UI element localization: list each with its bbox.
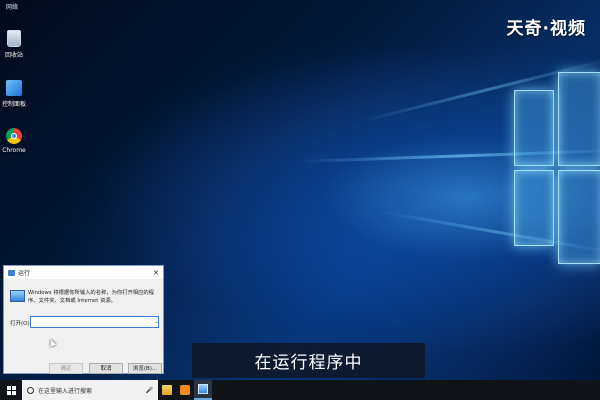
control-panel-icon [6, 80, 22, 96]
close-button[interactable]: × [149, 268, 163, 277]
taskbar-app-orange[interactable] [176, 380, 194, 400]
windows-logo-graphic [508, 72, 600, 264]
file-explorer-icon [162, 385, 172, 395]
microphone-icon[interactable]: 🎤 [146, 387, 153, 394]
app-icon [180, 385, 190, 395]
dialog-title: 运行 [18, 270, 31, 277]
video-subtitle: 在运行程序中 [192, 343, 425, 378]
desktop-background: 网络 天奇·视频 回收站 控制面板 Chrome 运行 × Windows 将根… [0, 0, 600, 380]
desktop-icon-label: 回收站 [4, 52, 23, 59]
dialog-description: Windows 将根据你所输入的名称，为你打开相应的程序、文件夹、文档或 Int… [28, 290, 154, 304]
ok-button[interactable]: 确定 [49, 363, 83, 374]
taskbar-file-explorer[interactable] [158, 380, 176, 400]
chrome-icon [6, 128, 22, 144]
taskbar-search-box[interactable]: 在这里输入进行搜索 🎤 [22, 380, 158, 400]
run-program-icon [10, 290, 25, 302]
taskbar: 在这里输入进行搜索 🎤 [0, 380, 600, 400]
desktop-icon-recycle-bin[interactable]: 回收站 [0, 30, 28, 59]
dialog-titlebar[interactable]: 运行 × [4, 266, 163, 279]
desktop-icon-chrome[interactable]: Chrome [0, 128, 28, 154]
search-placeholder: 在这里输入进行搜索 [38, 387, 93, 395]
run-app-icon [8, 269, 15, 276]
chevron-down-icon[interactable]: ⌄ [154, 318, 159, 325]
open-label: 打开(O): [10, 321, 32, 327]
desktop-icon-control-panel[interactable]: 控制面板 [0, 80, 28, 108]
desktop-icon-label: 控制面板 [1, 101, 26, 108]
desktop-icon-label: Chrome [2, 147, 26, 154]
taskbar-run-dialog[interactable] [194, 380, 212, 400]
browse-button[interactable]: 浏览(B)... [128, 363, 162, 374]
brand-watermark: 天奇·视频 [506, 19, 586, 39]
run-dialog: 运行 × Windows 将根据你所输入的名称，为你打开相应的程序、文件夹、文档… [3, 265, 164, 374]
start-button[interactable] [0, 380, 22, 400]
recycle-bin-icon [7, 30, 21, 47]
open-input[interactable] [30, 316, 159, 328]
search-icon [27, 386, 34, 394]
windows-start-icon [6, 385, 16, 395]
cancel-button[interactable]: 取消 [89, 363, 123, 374]
network-icon-label: 网络 [6, 4, 19, 11]
run-program-icon [198, 384, 208, 394]
